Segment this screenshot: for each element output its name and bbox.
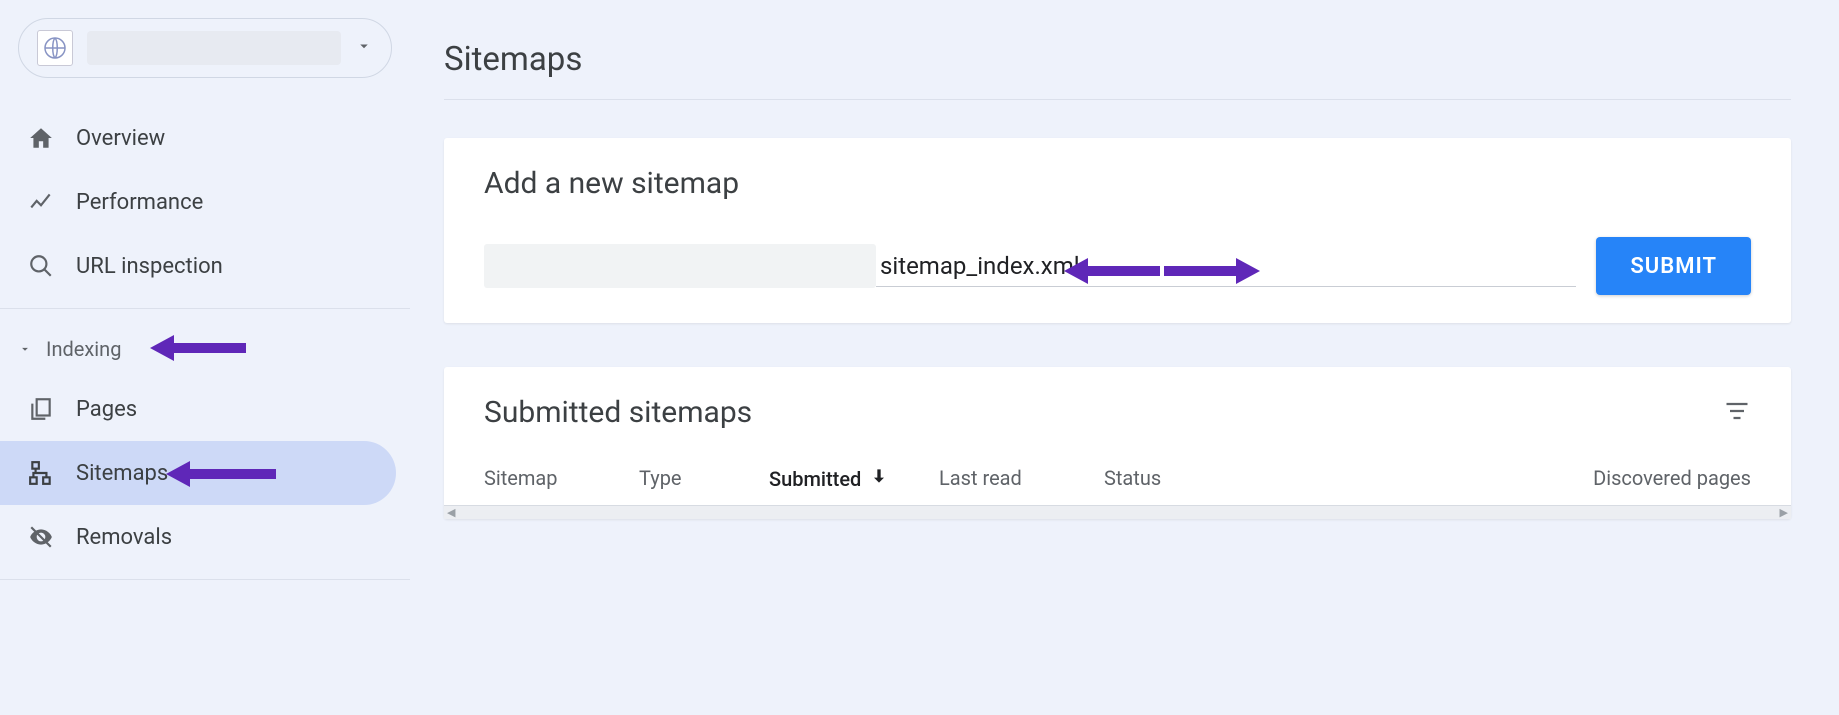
- divider: [444, 99, 1791, 100]
- col-last-read[interactable]: Last read: [939, 466, 1104, 491]
- sidebar-item-label: Sitemaps: [76, 461, 168, 486]
- sidebar-item-sitemaps[interactable]: Sitemaps: [0, 441, 396, 505]
- col-type[interactable]: Type: [639, 466, 769, 491]
- divider: [0, 579, 410, 580]
- visibility-off-icon: [28, 524, 76, 550]
- page-title: Sitemaps: [444, 40, 1791, 79]
- sitemap-icon: [28, 460, 76, 486]
- col-submitted[interactable]: Submitted: [769, 466, 939, 491]
- table-header: Sitemap Type Submitted Last read Status …: [484, 466, 1751, 505]
- divider: [0, 308, 410, 309]
- sidebar: Overview Performance URL inspection Inde…: [0, 0, 410, 715]
- sidebar-item-label: Performance: [76, 190, 203, 215]
- sidebar-item-label: Removals: [76, 525, 172, 550]
- property-selector[interactable]: [18, 18, 392, 78]
- main-content: Sitemaps Add a new sitemap SUBMIT Submit…: [410, 0, 1839, 715]
- submitted-sitemaps-card: Submitted sitemaps Sitemap Type Submitte…: [444, 367, 1791, 519]
- annotation-arrow-icon: [150, 331, 246, 365]
- sidebar-item-label: Overview: [76, 126, 165, 151]
- sidebar-item-overview[interactable]: Overview: [0, 106, 410, 170]
- triangle-down-icon: [18, 342, 46, 356]
- horizontal-scrollbar[interactable]: ◀ ▶: [444, 505, 1791, 519]
- col-submitted-label: Submitted: [769, 467, 861, 491]
- property-name-placeholder: [87, 31, 341, 65]
- globe-icon: [37, 30, 73, 66]
- scroll-left-icon: ◀: [447, 506, 455, 519]
- pages-icon: [28, 396, 76, 422]
- sort-desc-icon: [869, 466, 889, 491]
- sidebar-item-pages[interactable]: Pages: [0, 377, 410, 441]
- trend-icon: [28, 189, 76, 215]
- submit-button[interactable]: SUBMIT: [1596, 237, 1751, 295]
- sidebar-section-label: Indexing: [46, 337, 121, 361]
- scroll-right-icon: ▶: [1780, 506, 1788, 519]
- col-status[interactable]: Status: [1104, 466, 1290, 491]
- filter-icon[interactable]: [1723, 397, 1751, 429]
- add-sitemap-card: Add a new sitemap SUBMIT: [444, 138, 1791, 323]
- col-sitemap[interactable]: Sitemap: [484, 466, 639, 491]
- home-icon: [28, 125, 76, 151]
- sidebar-section-indexing[interactable]: Indexing: [0, 321, 410, 377]
- col-discovered-pages[interactable]: Discovered pages: [1290, 466, 1751, 491]
- search-icon: [28, 253, 76, 279]
- add-sitemap-row: SUBMIT: [484, 237, 1751, 295]
- card-heading: Submitted sitemaps: [484, 395, 752, 430]
- annotation-arrow-icon: [166, 457, 276, 491]
- sitemap-url-input[interactable]: [876, 246, 1576, 287]
- domain-prefix-box: [484, 244, 876, 288]
- sidebar-item-removals[interactable]: Removals: [0, 505, 410, 569]
- sidebar-item-url-inspection[interactable]: URL inspection: [0, 234, 410, 298]
- sidebar-item-performance[interactable]: Performance: [0, 170, 410, 234]
- sidebar-item-label: Pages: [76, 397, 137, 422]
- chevron-down-icon: [355, 37, 373, 59]
- sidebar-item-label: URL inspection: [76, 254, 223, 279]
- card-heading: Add a new sitemap: [484, 166, 1751, 201]
